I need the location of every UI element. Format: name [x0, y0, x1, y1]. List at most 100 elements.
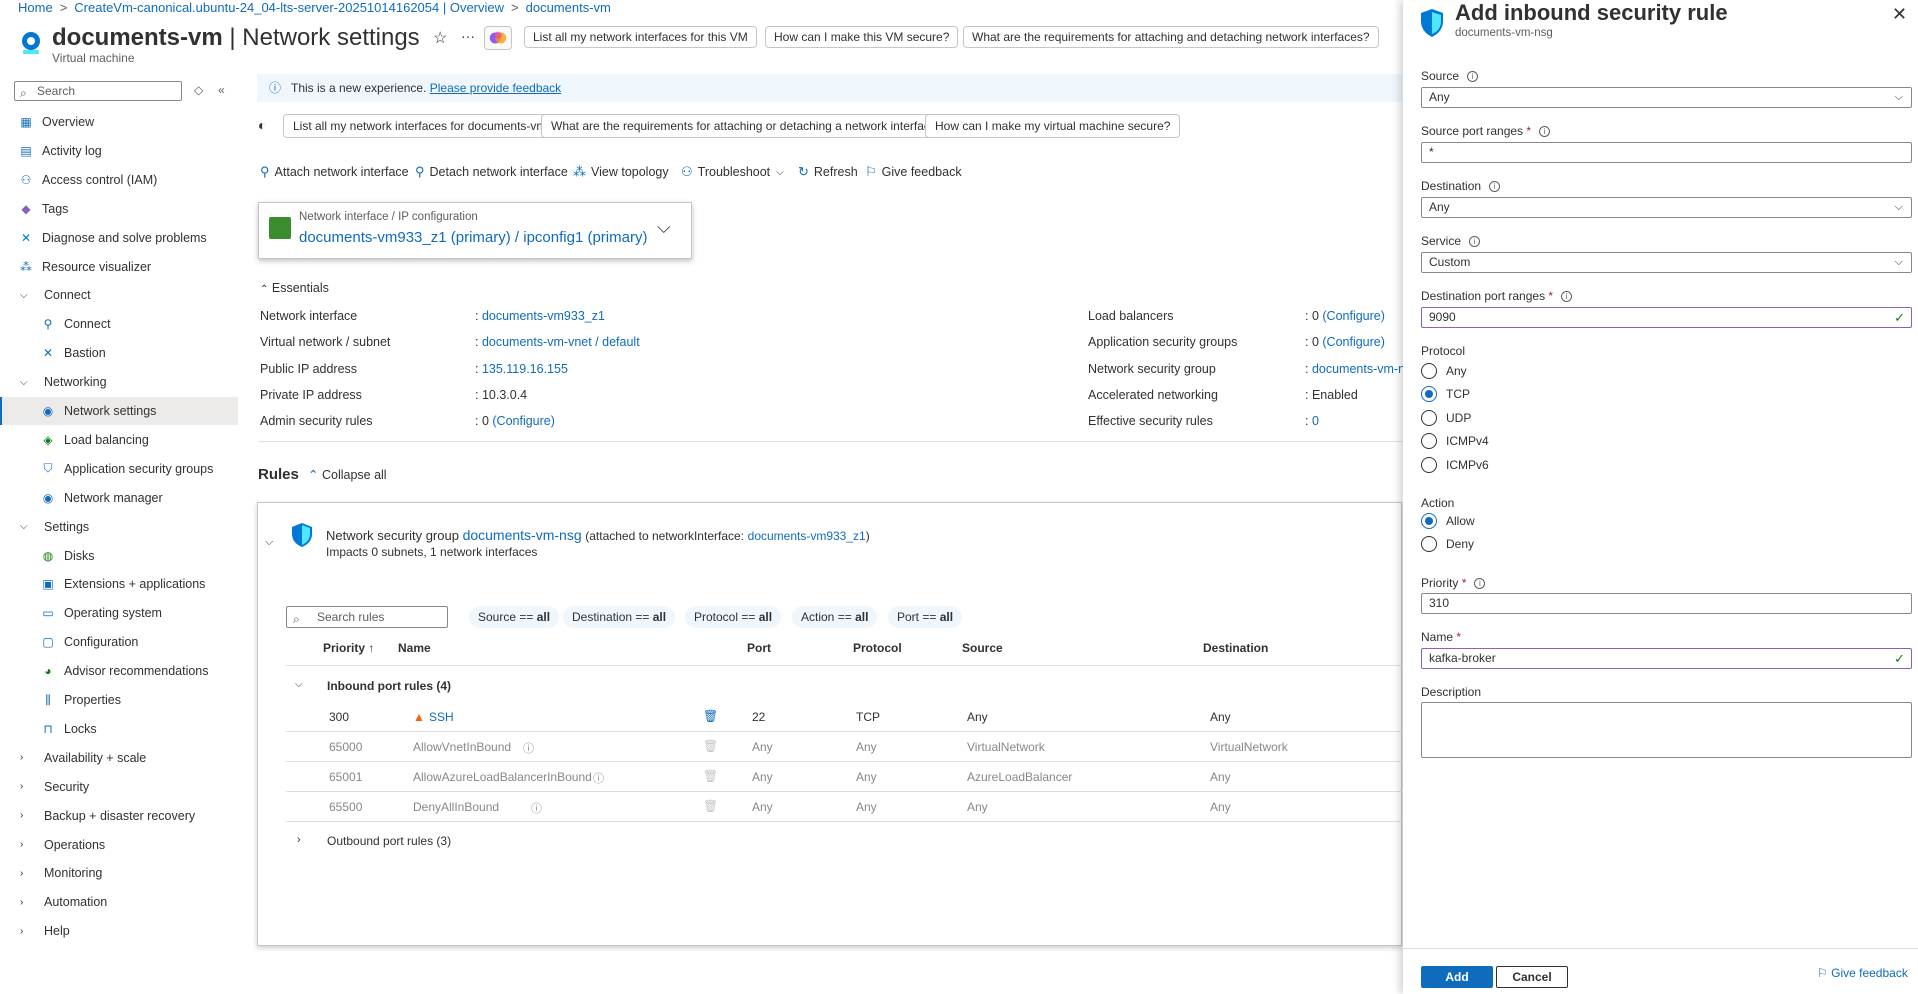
sidebar-item[interactable]: ⫼ Properties — [0, 686, 238, 714]
sidebar-search-input[interactable]: ⌕ Search — [14, 81, 182, 101]
give-feedback-link[interactable]: ⚐ Give feedback — [1817, 966, 1908, 980]
view-topology-button[interactable]: ⁂ View topology — [573, 164, 669, 180]
sidebar-item[interactable]: ⛉ Application security groups — [0, 455, 238, 483]
info-icon[interactable]: i — [1469, 236, 1481, 247]
protocol-radio-udp[interactable]: UDP — [1421, 409, 1471, 427]
sidebar-group[interactable]: › Backup + disaster recovery — [0, 802, 238, 830]
service-select[interactable]: Custom ⌵ — [1421, 252, 1912, 273]
info-icon[interactable]: i — [1467, 71, 1479, 82]
filter-pill-source[interactable]: Source == all — [469, 606, 560, 628]
info-icon[interactable]: i — [1539, 126, 1551, 137]
sidebar-group[interactable]: › Operations — [0, 831, 238, 859]
sidebar-item[interactable]: ▢ Configuration — [0, 628, 238, 656]
sidebar-item[interactable]: ◉ Network manager — [0, 484, 238, 512]
breadcrumb-deployment[interactable]: CreateVm-canonical.ubuntu-24_04-lts-serv… — [74, 0, 504, 15]
info-icon[interactable]: i — [1561, 291, 1573, 302]
breadcrumb-vm[interactable]: documents-vm — [526, 0, 611, 15]
add-button[interactable]: Add — [1421, 966, 1493, 988]
sidebar-group[interactable]: › Automation — [0, 888, 238, 916]
sidebar-item[interactable]: ◍ Disks — [0, 542, 238, 570]
action-radio-allow[interactable]: Allow — [1421, 512, 1475, 530]
essentials-value[interactable]: : documents-vm933_z1 — [475, 309, 605, 323]
suggestion-pill[interactable]: List all my network interfaces for this … — [524, 26, 757, 48]
give-feedback-button[interactable]: ⚐ Give feedback — [865, 164, 962, 180]
essentials-value[interactable]: : 0 — [1305, 414, 1319, 428]
essentials-value[interactable]: : 135.119.16.155 — [475, 362, 568, 376]
sidebar-item[interactable]: ⁂ Resource visualizer — [0, 253, 238, 281]
info-icon[interactable]: i — [1474, 578, 1486, 589]
destination-port-ranges-input[interactable]: 9090 ✓ — [1421, 307, 1912, 328]
source-port-ranges-input[interactable]: * — [1421, 142, 1912, 163]
sidebar-group[interactable]: ⌵ Settings — [0, 513, 238, 541]
essentials-toggle[interactable]: ⌃ Essentials — [260, 281, 329, 295]
essentials-value[interactable]: : 0 (Configure) — [1305, 335, 1385, 349]
detach-network-interface-button[interactable]: ⚲ Detach network interface — [415, 164, 568, 180]
description-textarea[interactable] — [1421, 702, 1912, 758]
column-header-source[interactable]: Source — [962, 641, 1003, 655]
nic-ipconfig-selector[interactable]: Network interface / IP configuration doc… — [258, 202, 692, 259]
rule-name[interactable]: SSH — [429, 710, 454, 724]
sidebar-group[interactable]: › Monitoring — [0, 859, 238, 887]
nsg-nic-link[interactable]: documents-vm933_z1 — [748, 529, 866, 543]
column-header-priority[interactable]: Priority ↑ — [323, 641, 374, 655]
essentials-value[interactable]: : documents-vm-ns — [1305, 362, 1411, 376]
nsg-link[interactable]: documents-vm-nsg — [463, 527, 582, 543]
expand-collapse-icon[interactable]: ◇ — [194, 83, 203, 97]
sidebar-group[interactable]: ⌵ Connect — [0, 281, 238, 309]
troubleshoot-button[interactable]: ⚇ Troubleshoot ⌵ — [681, 164, 784, 180]
sidebar-item[interactable]: ✕ Diagnose and solve problems — [0, 224, 238, 252]
prompt-suggestion[interactable]: What are the requirements for attaching … — [541, 114, 954, 138]
sidebar-item[interactable]: ◈ Load balancing — [0, 426, 238, 454]
essentials-value[interactable]: : 0 (Configure) — [475, 414, 555, 428]
prompt-suggestion[interactable]: How can I make my virtual machine secure… — [925, 114, 1181, 138]
cancel-button[interactable]: Cancel — [1496, 966, 1568, 988]
sidebar-group[interactable]: › Security — [0, 773, 238, 801]
source-select[interactable]: Any ⌵ — [1421, 87, 1912, 108]
more-options-icon[interactable]: ··· — [461, 28, 475, 44]
breadcrumb-home[interactable]: Home — [18, 0, 53, 15]
sidebar-item[interactable]: ◆ Tags — [0, 195, 238, 223]
copilot-icon[interactable] — [484, 26, 512, 50]
sidebar-item[interactable]: ◉ Network settings — [0, 397, 238, 425]
filter-pill-protocol[interactable]: Protocol == all — [685, 606, 782, 628]
attach-network-interface-button[interactable]: ⚲ Attach network interface — [260, 164, 409, 180]
column-header-destination[interactable]: Destination — [1203, 641, 1268, 655]
column-header-protocol[interactable]: Protocol — [853, 641, 902, 655]
sidebar-group[interactable]: › Availability + scale — [0, 744, 238, 772]
sidebar-item[interactable]: ▭ Operating system — [0, 599, 238, 627]
suggestion-pill[interactable]: What are the requirements for attaching … — [963, 26, 1379, 48]
sidebar-item[interactable]: ⚲ Connect — [0, 310, 238, 338]
destination-select[interactable]: Any ⌵ — [1421, 197, 1912, 218]
column-header-port[interactable]: Port — [747, 641, 771, 655]
sidebar-item[interactable]: ✕ Bastion — [0, 339, 238, 367]
sidebar-item[interactable]: ⊓ Locks — [0, 715, 238, 743]
filter-pill-action[interactable]: Action == all — [792, 606, 878, 628]
refresh-button[interactable]: ↻ Refresh — [798, 164, 858, 180]
sidebar-group[interactable]: › Help — [0, 917, 238, 945]
protocol-radio-icmpv4[interactable]: ICMPv4 — [1421, 432, 1489, 450]
favorite-star-icon[interactable]: ☆ — [433, 28, 447, 48]
chevron-right-icon[interactable]: › — [297, 834, 301, 846]
info-icon[interactable]: ⓘ — [593, 770, 604, 786]
essentials-value[interactable]: : documents-vm-vnet / default — [475, 335, 640, 349]
collapse-sidebar-icon[interactable]: « — [218, 83, 225, 97]
configure-link[interactable]: (Configure) — [492, 414, 555, 428]
sidebar-item[interactable]: ▣ Extensions + applications — [0, 570, 238, 598]
close-icon[interactable]: ✕ — [1892, 4, 1907, 25]
info-icon[interactable]: ⓘ — [531, 800, 542, 816]
delete-icon[interactable]: 🗑 — [703, 709, 718, 723]
column-header-name[interactable]: Name — [398, 641, 431, 655]
essentials-value[interactable]: : 0 (Configure) — [1305, 309, 1385, 323]
rules-search-input[interactable]: ⌕ Search rules — [286, 606, 448, 628]
sidebar-item[interactable]: ▤ Activity log — [0, 137, 238, 165]
protocol-radio-any[interactable]: Any — [1421, 362, 1467, 380]
sidebar-group[interactable]: ⌵ Networking — [0, 368, 238, 396]
configure-link[interactable]: (Configure) — [1322, 335, 1385, 349]
feedback-link[interactable]: Please provide feedback — [430, 81, 561, 95]
sidebar-item[interactable]: ⚇ Access control (IAM) — [0, 166, 238, 194]
info-icon[interactable]: ⓘ — [523, 740, 534, 756]
info-icon[interactable]: i — [1489, 181, 1501, 192]
sidebar-item[interactable]: ▦ Overview — [0, 108, 238, 136]
configure-link[interactable]: (Configure) — [1322, 309, 1385, 323]
suggestion-pill[interactable]: How can I make this VM secure? — [765, 26, 959, 48]
